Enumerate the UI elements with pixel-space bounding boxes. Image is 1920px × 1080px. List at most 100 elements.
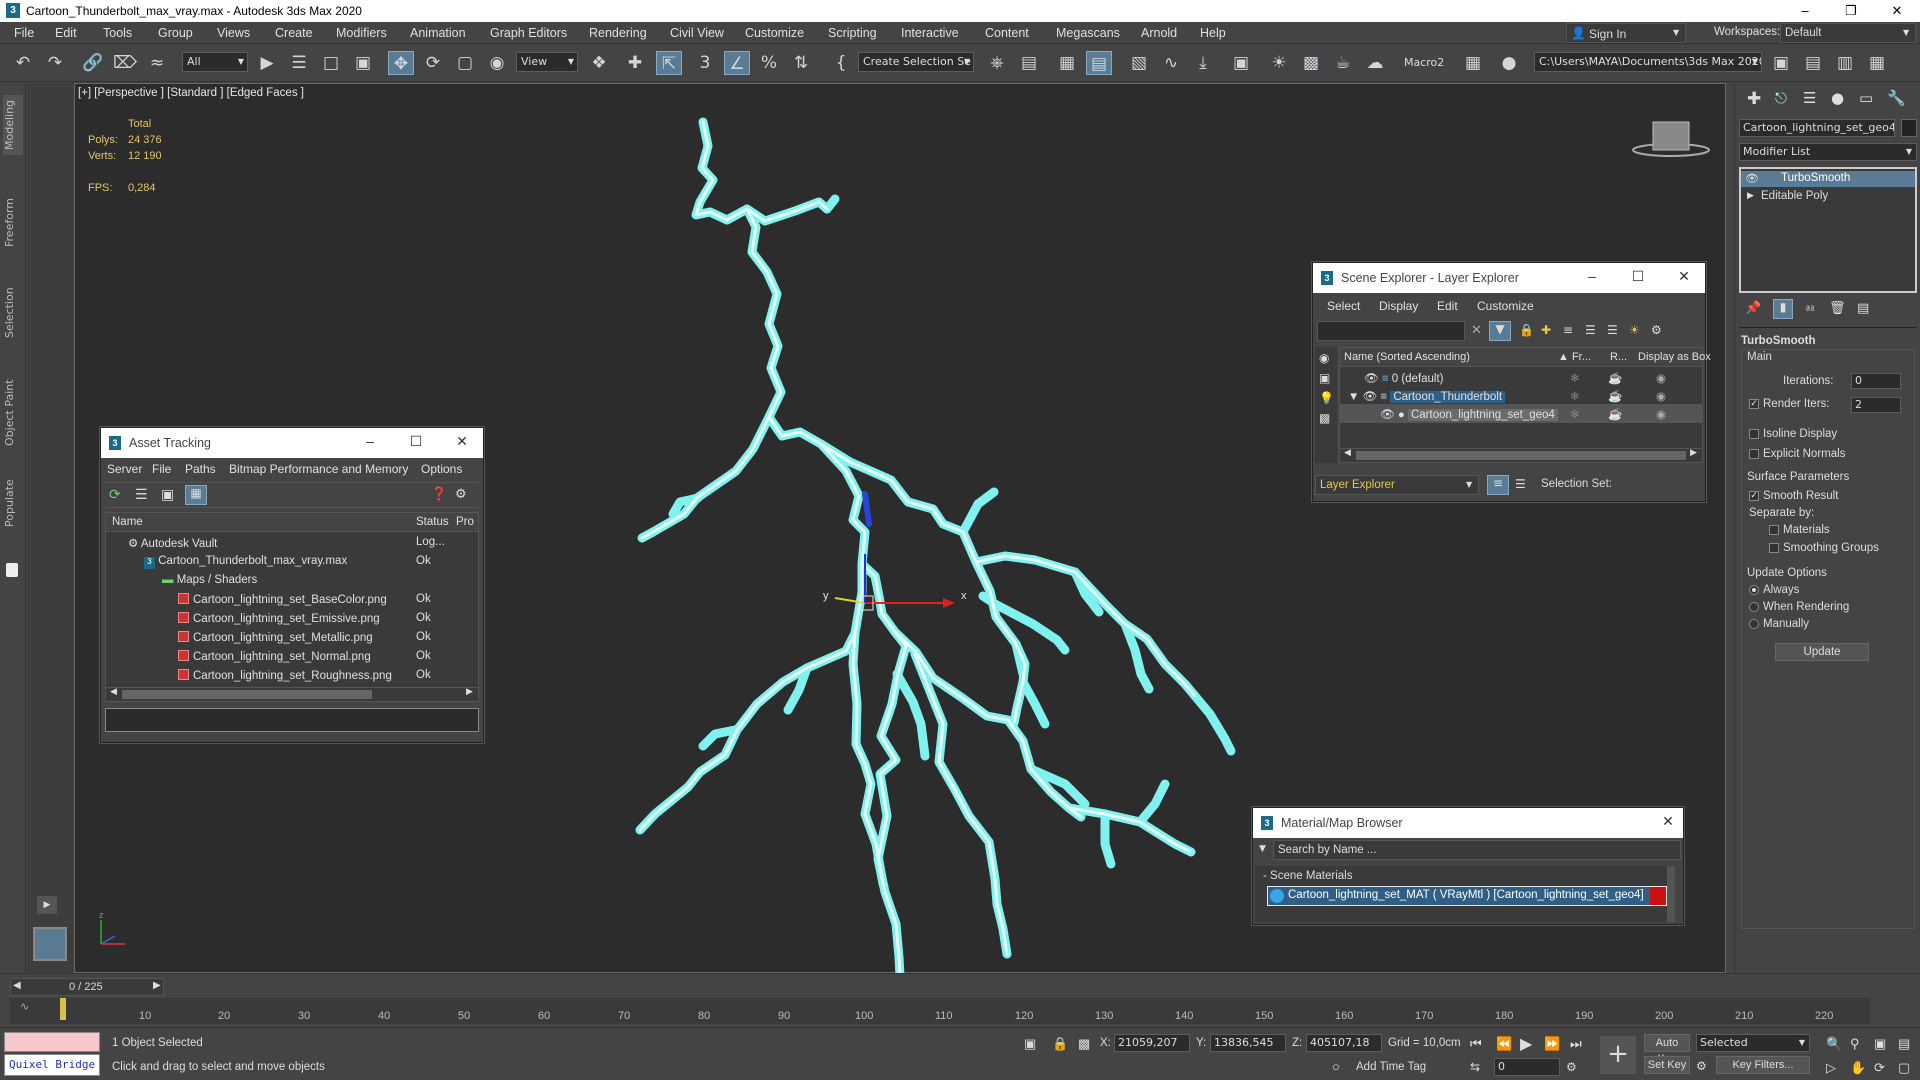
- window-crossing-icon[interactable]: ▣: [350, 51, 376, 75]
- menu-modifiers[interactable]: Modifiers: [336, 26, 387, 40]
- view-cube[interactable]: [1632, 121, 1710, 157]
- display-cameras-icon[interactable]: ▩: [1319, 411, 1330, 425]
- display-geometry-icon[interactable]: ▣: [1319, 371, 1330, 385]
- add-time-tag-label[interactable]: Add Time Tag: [1356, 1061, 1426, 1073]
- go-to-start-icon[interactable]: ⏮: [1470, 1036, 1482, 1052]
- view-cube-face[interactable]: [1652, 121, 1690, 151]
- layer-row[interactable]: ▼ 👁 ≡ Cartoon_Thunderbolt ❄ ☕ ◉: [1340, 386, 1702, 405]
- menu-file[interactable]: File: [14, 26, 34, 40]
- layer-row[interactable]: 👁 ≡ 0 (default) ❄ ☕ ◉: [1340, 368, 1702, 387]
- menu-interactive[interactable]: Interactive: [901, 26, 959, 40]
- scrollbar-thumb[interactable]: [1356, 451, 1686, 460]
- modify-tab-icon[interactable]: ⎋: [1775, 89, 1787, 107]
- viewport-label[interactable]: [+] [Perspective ] [Standard ] [Edged Fa…: [78, 87, 304, 99]
- maxscript-listener-field[interactable]: [4, 1032, 100, 1052]
- modifier-stack-item-editable-poly[interactable]: ▶ Editable Poly: [1741, 189, 1915, 205]
- freeze-icon[interactable]: ❄: [1570, 407, 1580, 421]
- menu-arnold[interactable]: Arnold: [1141, 26, 1177, 40]
- isoline-checkbox[interactable]: [1749, 429, 1759, 439]
- key-mode-icon[interactable]: ⇆: [1470, 1060, 1480, 1074]
- pivot-center-icon[interactable]: ❖: [586, 51, 612, 75]
- list-view-icon[interactable]: ☰: [135, 487, 148, 503]
- viewport-layout-thumbnail[interactable]: [33, 927, 67, 961]
- turbosmooth-rollout-title[interactable]: TurboSmooth: [1741, 335, 1816, 347]
- zoom-icon[interactable]: 🔍: [1826, 1036, 1842, 1052]
- z-coordinate-field[interactable]: 405107,18: [1306, 1034, 1382, 1052]
- scene-explorer-titlebar[interactable]: 3 Scene Explorer - Layer Explorer – ☐ ✕: [1313, 263, 1705, 293]
- current-frame-field[interactable]: 0: [1494, 1058, 1560, 1076]
- maximize-icon[interactable]: ☐: [401, 433, 431, 450]
- vertical-scrollbar[interactable]: [1667, 866, 1675, 922]
- menu-views[interactable]: Views: [217, 26, 250, 40]
- explorer-search-input[interactable]: [1317, 321, 1465, 341]
- create-tab-icon[interactable]: ✚: [1747, 89, 1761, 109]
- column-display-as-box[interactable]: Display as Box: [1638, 351, 1711, 363]
- table-row[interactable]: ⚙ Autodesk Vault Log...: [106, 533, 478, 552]
- expand-layout-icon[interactable]: ▶: [37, 896, 57, 914]
- current-frame-marker[interactable]: [60, 998, 66, 1020]
- menu-options[interactable]: Options: [421, 462, 462, 476]
- make-unique-icon[interactable]: ⎂: [1805, 301, 1815, 316]
- menu-display[interactable]: Display: [1379, 299, 1418, 313]
- hierarchy-tab-icon[interactable]: ☰: [1803, 89, 1816, 107]
- settings-icon[interactable]: ⚙: [455, 487, 467, 502]
- iterations-spinner[interactable]: 0: [1851, 373, 1901, 389]
- redo-icon[interactable]: ↷: [42, 51, 68, 75]
- field-of-view-icon[interactable]: ▷: [1826, 1060, 1836, 1076]
- auto-key-button[interactable]: Auto Key: [1644, 1034, 1690, 1065]
- project-export-icon[interactable]: ▦: [1864, 51, 1890, 75]
- render-teapot-icon[interactable]: ☕: [1608, 389, 1622, 403]
- eye-icon[interactable]: 👁: [1363, 391, 1378, 403]
- menu-graph-editors[interactable]: Graph Editors: [490, 26, 567, 40]
- column-proxy[interactable]: Pro: [456, 516, 474, 528]
- material-browser-titlebar[interactable]: 3 Material/Map Browser ✕: [1253, 808, 1683, 838]
- link-icon[interactable]: 🔗: [80, 51, 106, 75]
- display-tab-icon[interactable]: ▭: [1859, 89, 1873, 107]
- menu-group[interactable]: Group: [158, 26, 193, 40]
- y-coordinate-field[interactable]: 13836,545: [1210, 1034, 1286, 1052]
- menu-animation[interactable]: Animation: [410, 26, 466, 40]
- configure-sets-icon[interactable]: ▤: [1857, 301, 1869, 316]
- ribbon-toggle-icon[interactable]: [6, 563, 18, 577]
- scale-icon[interactable]: ▢: [452, 51, 478, 75]
- table-row[interactable]: Cartoon_lightning_set_Metallic.png Ok: [106, 628, 478, 647]
- table-row[interactable]: Cartoon_lightning_set_BaseColor.png Ok: [106, 590, 478, 609]
- snaps-toggle-icon[interactable]: 3: [692, 51, 718, 75]
- highlight-icon[interactable]: ☀: [1629, 323, 1640, 337]
- menu-paths[interactable]: Paths: [185, 462, 216, 476]
- horizontal-scrollbar[interactable]: ◀ ▶: [106, 687, 478, 701]
- lock-icon[interactable]: 🔒: [1519, 323, 1534, 337]
- refresh-icon[interactable]: ⟳: [109, 487, 121, 503]
- explorer-mode-dropdown[interactable]: Layer Explorer ▼: [1315, 475, 1479, 495]
- column-freeze[interactable]: ▲ Fr...: [1558, 351, 1591, 363]
- ribbon-tab-object-paint[interactable]: Object Paint: [3, 373, 23, 453]
- key-filters-button[interactable]: Key Filters...: [1716, 1056, 1810, 1074]
- unlink-icon[interactable]: ⌦: [112, 51, 138, 75]
- rect-selection-icon[interactable]: □: [318, 51, 344, 75]
- eye-icon[interactable]: 👁: [1745, 172, 1759, 185]
- previous-frame-icon[interactable]: ⏪: [1496, 1036, 1512, 1052]
- schematic-view-icon[interactable]: ⤓: [1190, 51, 1216, 75]
- chevron-left-icon[interactable]: ◀: [1344, 448, 1351, 458]
- modifier-list-dropdown[interactable]: Modifier List ▼: [1739, 143, 1917, 161]
- scene-materials-group[interactable]: - Scene Materials: [1263, 870, 1352, 882]
- motion-tab-icon[interactable]: ●: [1831, 89, 1844, 107]
- material-search-input[interactable]: Search by Name ...: [1273, 840, 1681, 860]
- remove-modifier-icon[interactable]: 🗑: [1829, 301, 1846, 316]
- menu-server[interactable]: Server: [107, 462, 142, 476]
- zoom-extents-all-icon[interactable]: ▤: [1898, 1036, 1910, 1052]
- chevron-left-icon[interactable]: ◀: [13, 980, 21, 991]
- keyboard-shortcut-override-icon[interactable]: ⇱: [656, 51, 682, 75]
- ribbon-tab-modeling[interactable]: Modeling: [3, 95, 23, 155]
- close-icon[interactable]: ✕: [1653, 813, 1683, 830]
- curve-editor-icon[interactable]: ∿: [1158, 51, 1184, 75]
- time-config-icon[interactable]: ⚙: [1566, 1060, 1577, 1074]
- modifier-stack-item-turbosmooth[interactable]: 👁 TurboSmooth: [1741, 171, 1915, 187]
- menu-file[interactable]: File: [152, 462, 171, 476]
- key-mode-dropdown[interactable]: Selected ▼: [1696, 1034, 1810, 1052]
- bind-spacewarp-icon[interactable]: ≈: [144, 51, 170, 75]
- align-icon[interactable]: ▤: [1016, 51, 1042, 75]
- freeze-icon[interactable]: ❄: [1570, 371, 1580, 385]
- maximize-viewport-icon[interactable]: ▢: [1898, 1060, 1910, 1076]
- move-icon[interactable]: ✥: [388, 51, 414, 75]
